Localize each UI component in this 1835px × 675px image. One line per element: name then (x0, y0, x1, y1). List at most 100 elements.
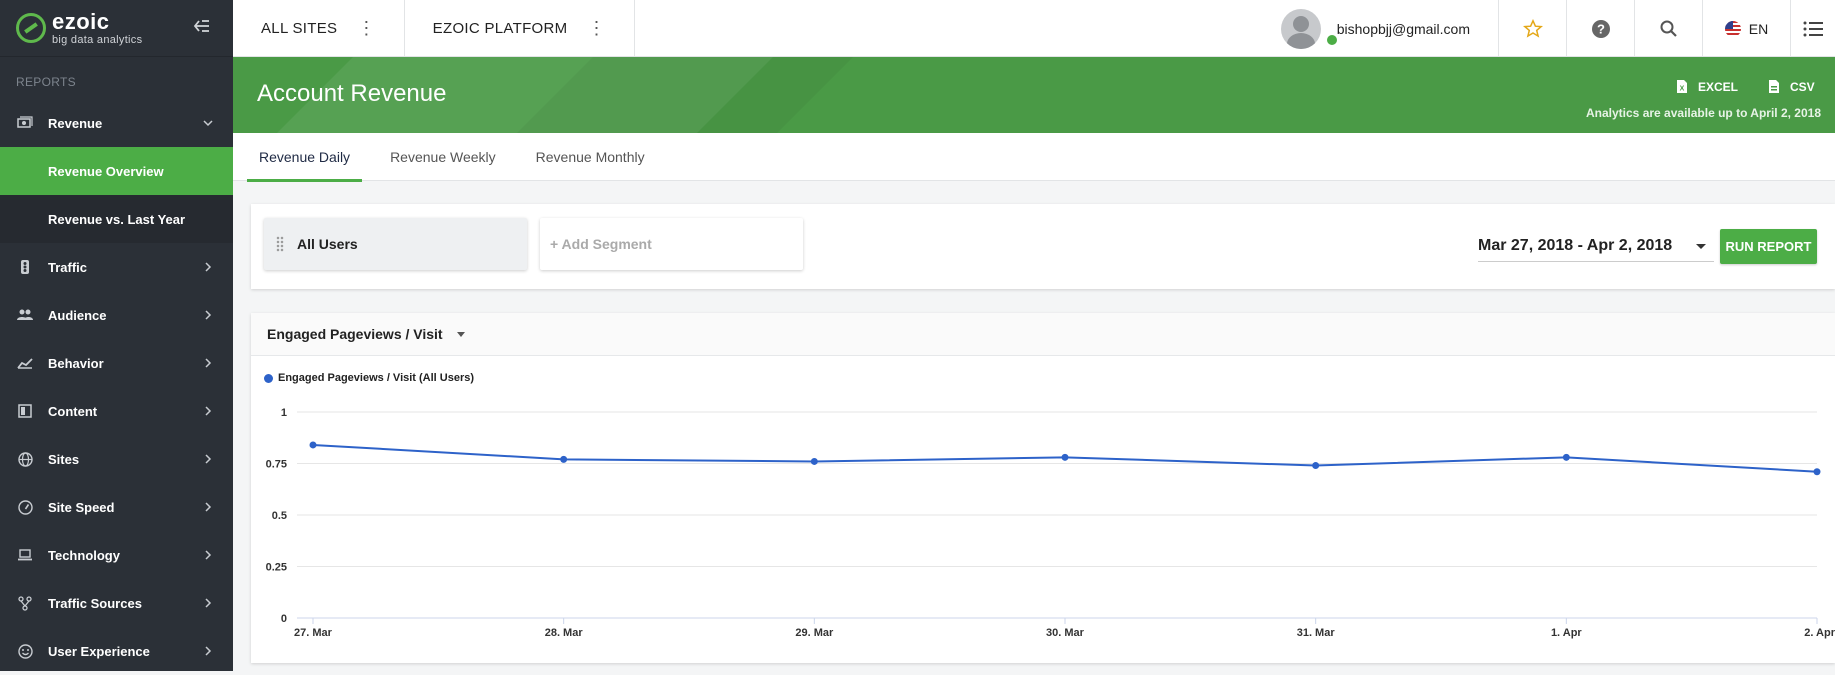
brand-tagline: big data analytics (52, 33, 143, 46)
chevron-right-icon (203, 500, 213, 514)
chevron-right-icon (203, 644, 213, 658)
source-icon (16, 594, 34, 612)
speedometer-icon (16, 498, 34, 516)
chevron-right-icon (203, 596, 213, 610)
section-label-reports: REPORTS (16, 75, 76, 89)
data-point (1312, 462, 1320, 470)
brand-name: ezoic (52, 8, 110, 34)
chevron-right-icon (203, 548, 213, 562)
collapse-sidebar-icon[interactable] (193, 18, 211, 34)
star-icon (1522, 18, 1543, 38)
segment-label: All Users (297, 236, 358, 252)
sidebar-item-technology[interactable]: Technology (0, 531, 233, 579)
sidebar-item-sites[interactable]: Sites (0, 435, 233, 483)
sidebar-item-content[interactable]: Content (0, 387, 233, 435)
data-point (1061, 453, 1069, 461)
help-button[interactable]: ? (1567, 0, 1635, 57)
tab-revenue-monthly[interactable]: Revenue Monthly (524, 133, 657, 181)
drag-handle-icon[interactable] (276, 236, 284, 252)
page-title: Account Revenue (257, 80, 447, 107)
csv-label: CSV (1790, 79, 1815, 94)
tab-revenue-weekly[interactable]: Revenue Weekly (378, 133, 508, 181)
help-icon: ? (1591, 19, 1610, 38)
x-tick-label: 29. Mar (795, 627, 834, 639)
brand: ezoic big data analytics (0, 0, 233, 57)
legend-label: Engaged Pageviews / Visit (All Users) (278, 372, 475, 384)
date-range-picker[interactable]: Mar 27, 2018 - Apr 2, 2018 (1478, 230, 1714, 262)
user-account[interactable]: bishopbjj@gmail.com (1280, 0, 1499, 57)
sidebar-item-label: Revenue (48, 115, 103, 131)
report-tabs: Revenue Daily Revenue Weekly Revenue Mon… (233, 133, 1835, 182)
data-point (1813, 468, 1821, 476)
excel-export-button[interactable]: X EXCEL (1676, 79, 1738, 94)
site-selector-label: ALL SITES (261, 19, 338, 37)
sidebar-item-label: Sites (48, 451, 80, 467)
legend-dot (264, 373, 273, 383)
chevron-down-icon (203, 116, 213, 130)
sidebar-item-user-experience[interactable]: User Experience (0, 627, 233, 675)
audience-icon (16, 306, 34, 324)
sidebar: ezoic big data analytics REPORTS Revenue… (0, 0, 233, 671)
sidebar-item-label: User Experience (48, 643, 150, 659)
excel-file-icon: X (1677, 80, 1687, 93)
x-tick-label: 2. Apr (1804, 627, 1835, 639)
y-tick-label: 0.5 (272, 510, 287, 522)
sidebar-item-traffic-sources[interactable]: Traffic Sources (0, 579, 233, 627)
sidebar-item-site-speed[interactable]: Site Speed (0, 483, 233, 531)
more-vert-icon[interactable]: ⋮ (357, 19, 375, 37)
chevron-right-icon (203, 452, 213, 466)
sidebar-subitem-revenue-overview[interactable]: Revenue Overview (0, 147, 233, 195)
sidebar-item-traffic[interactable]: Traffic (0, 243, 233, 291)
add-segment-button[interactable]: + Add Segment (540, 218, 803, 270)
chevron-right-icon (203, 260, 213, 274)
page-header: Account Revenue X EXCEL CSV Analytics ar… (233, 57, 1835, 133)
sidebar-item-label: Audience (48, 307, 107, 323)
sidebar-subitem-revenue-vs-last-year[interactable]: Revenue vs. Last Year (0, 195, 233, 243)
sidebar-item-label: Behavior (48, 355, 104, 371)
line-chart: 0 0.25 0.5 0.75 1 27. Mar 28. Mar 29. Mar 30. Ma… (266, 407, 1835, 639)
platform-selector[interactable]: EZOIC PLATFORM ⋮ (405, 0, 635, 57)
data-point (560, 455, 568, 463)
y-tick-label: 0.25 (266, 562, 287, 574)
segment-bar: All Users + Add Segment Mar 27, 2018 - A… (251, 204, 1835, 289)
sidebar-item-label: Content (48, 403, 98, 419)
search-icon (1660, 20, 1677, 37)
sidebar-item-behavior[interactable]: Behavior (0, 339, 233, 387)
date-range-label: Mar 27, 2018 - Apr 2, 2018 (1478, 236, 1673, 254)
segment-all-users[interactable]: All Users (264, 218, 527, 270)
dropdown-caret-icon (1696, 244, 1706, 249)
traffic-icon (16, 258, 34, 276)
y-tick-label: 1 (281, 407, 287, 419)
sidebar-item-revenue[interactable]: Revenue (0, 99, 233, 147)
tab-revenue-daily[interactable]: Revenue Daily (247, 133, 363, 182)
menu-list-button[interactable] (1791, 0, 1835, 57)
content-icon (16, 402, 34, 420)
site-selector[interactable]: ALL SITES ⋮ (233, 0, 405, 57)
avatar[interactable] (1280, 8, 1321, 49)
laptop-icon (16, 546, 34, 564)
y-tick-label: 0.75 (266, 459, 287, 471)
excel-label: EXCEL (1698, 79, 1739, 94)
x-tick-label: 31. Mar (1297, 627, 1336, 639)
run-report-button[interactable]: RUN REPORT (1720, 229, 1817, 264)
x-tick-label: 30. Mar (1046, 627, 1085, 639)
search-button[interactable] (1635, 0, 1703, 57)
ezoic-logo-icon[interactable] (16, 13, 46, 43)
sidebar-item-audience[interactable]: Audience (0, 291, 233, 339)
sidebar-item-label: Traffic Sources (48, 595, 142, 611)
csv-export-button[interactable]: CSV (1768, 79, 1815, 94)
smiley-icon (16, 642, 34, 660)
platform-selector-label: EZOIC PLATFORM (432, 19, 568, 37)
user-email: bishopbjj@gmail.com (1336, 20, 1470, 37)
more-vert-icon[interactable]: ⋮ (587, 19, 605, 37)
us-flag-icon (1724, 20, 1741, 37)
globe-icon (16, 450, 34, 468)
chart-card: Engaged Pageviews / Visit 0 0.25 0.5 0.75 1 2… (251, 313, 1835, 663)
x-tick-label: 27. Mar (294, 627, 333, 639)
x-tick-label: 28. Mar (545, 627, 584, 639)
chevron-right-icon (203, 404, 213, 418)
favorite-star-button[interactable] (1499, 0, 1567, 57)
chart-legend[interactable]: Engaged Pageviews / Visit (All Users) (264, 372, 474, 384)
language-selector[interactable]: EN (1703, 0, 1791, 57)
revenue-icon (16, 114, 34, 132)
